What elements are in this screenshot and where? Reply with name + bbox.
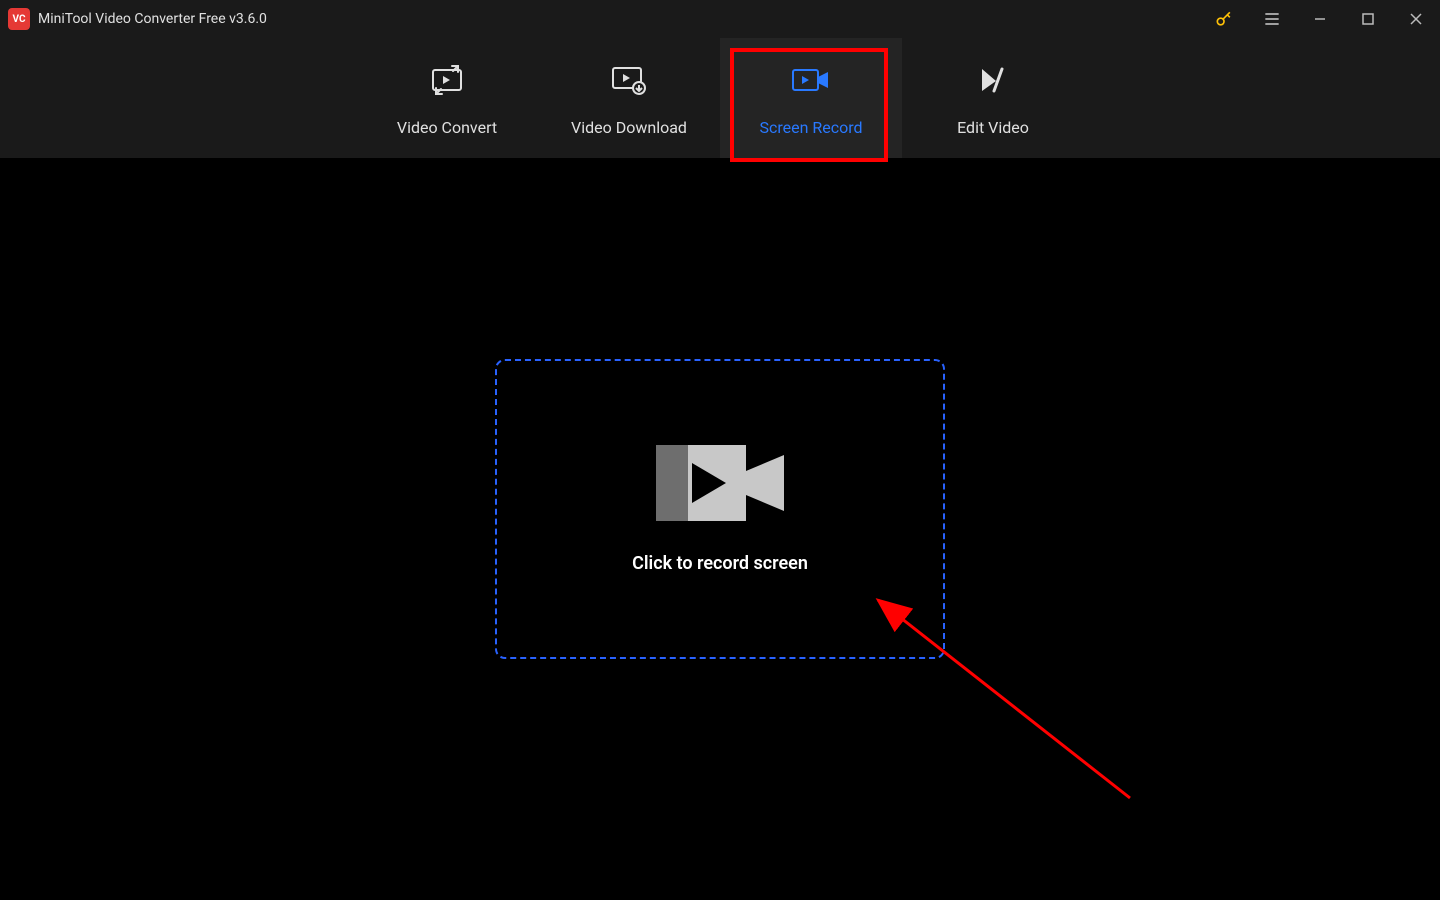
- tab-screen-record[interactable]: Screen Record: [720, 38, 902, 158]
- tab-label-edit: Edit Video: [957, 118, 1029, 137]
- download-icon: [609, 60, 649, 100]
- app-logo-text: VC: [12, 14, 25, 25]
- minimize-button[interactable]: [1296, 0, 1344, 38]
- camera-icon: [656, 445, 784, 525]
- app-logo: VC: [8, 8, 30, 30]
- app-title: MiniTool Video Converter Free v3.6.0: [38, 11, 267, 27]
- main-content: Click to record screen: [0, 158, 1440, 900]
- toolbar-tabs: Video Convert Video Download Screen Reco…: [0, 38, 1440, 158]
- record-screen-button[interactable]: Click to record screen: [495, 359, 945, 659]
- title-controls: [1200, 0, 1440, 38]
- maximize-button[interactable]: [1344, 0, 1392, 38]
- title-bar: VC MiniTool Video Converter Free v3.6.0: [0, 0, 1440, 38]
- tab-video-download[interactable]: Video Download: [538, 38, 720, 158]
- close-button[interactable]: [1392, 0, 1440, 38]
- tab-label-record: Screen Record: [759, 118, 862, 137]
- tab-video-convert[interactable]: Video Convert: [356, 38, 538, 158]
- record-prompt-text: Click to record screen: [632, 553, 808, 574]
- tab-edit-video[interactable]: Edit Video: [902, 38, 1084, 158]
- edit-icon: [976, 60, 1010, 100]
- record-icon: [790, 60, 832, 100]
- tab-label-convert: Video Convert: [397, 118, 497, 137]
- convert-icon: [427, 60, 467, 100]
- menu-icon[interactable]: [1248, 0, 1296, 38]
- key-icon[interactable]: [1200, 0, 1248, 38]
- tab-label-download: Video Download: [571, 118, 687, 137]
